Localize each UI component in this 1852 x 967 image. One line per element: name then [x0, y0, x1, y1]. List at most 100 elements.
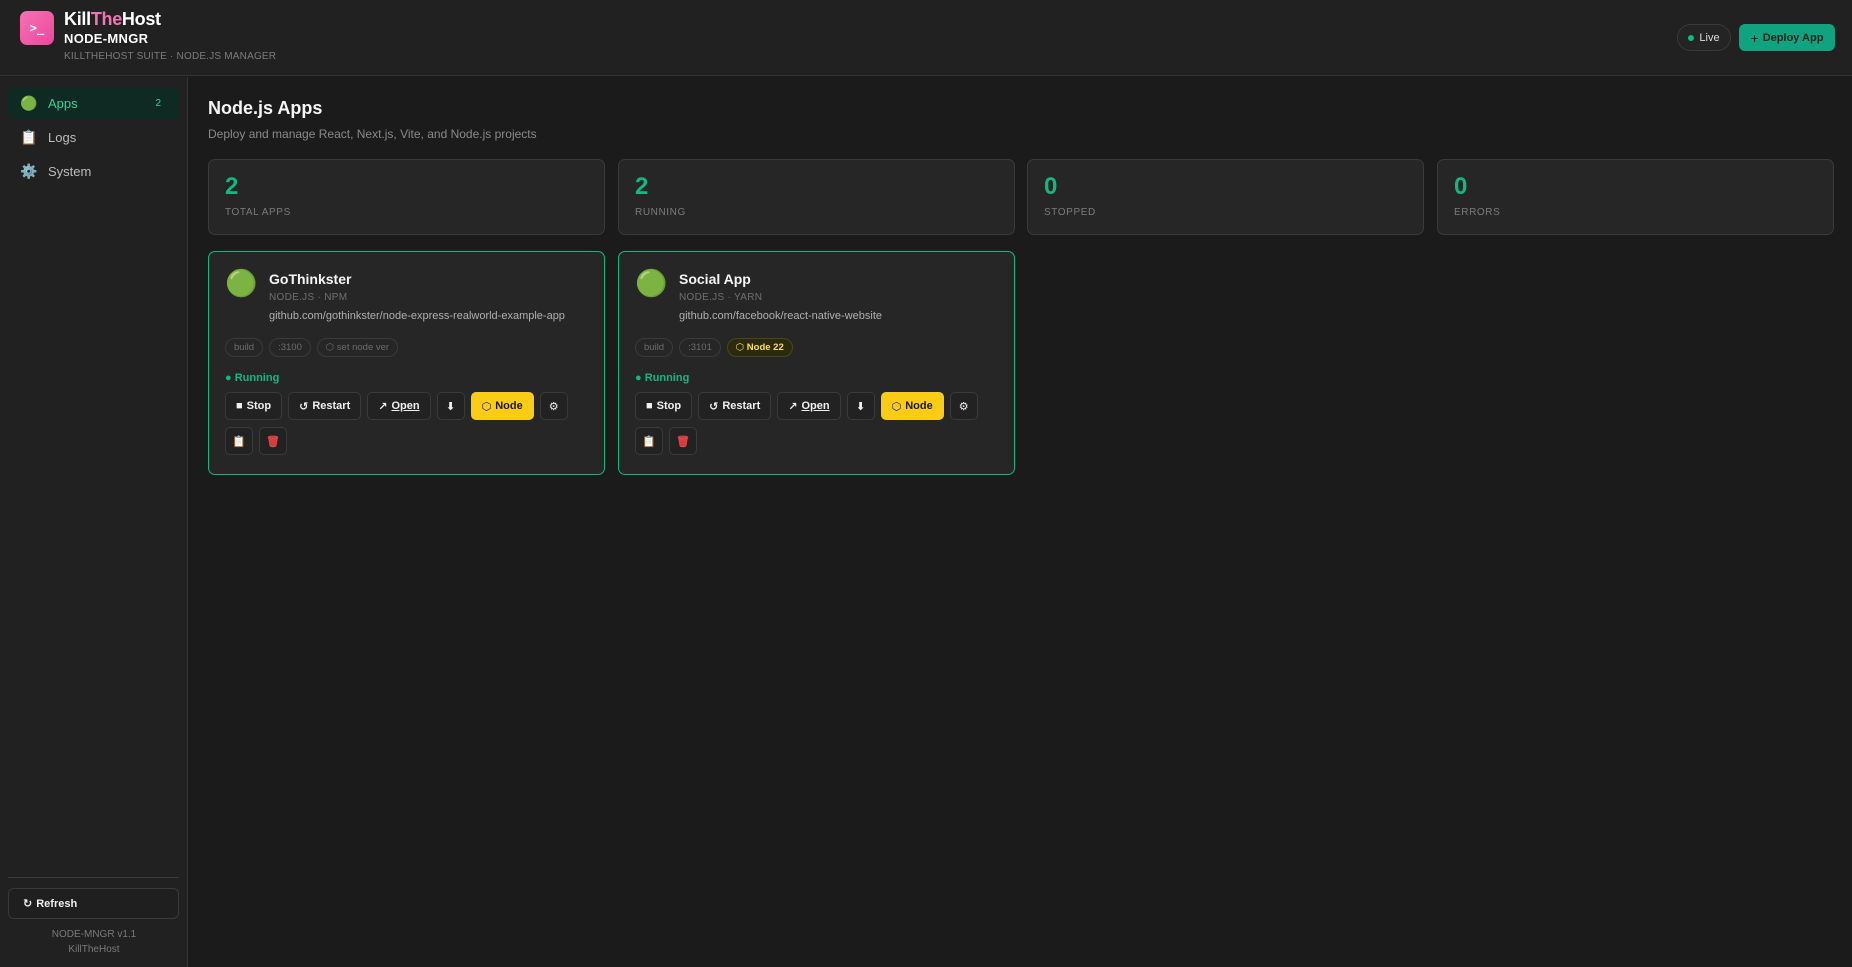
version-info: NODE-MNGR v1.1 KillTheHost	[0, 927, 188, 957]
app-tags: build :3100 ⬡ set node ver	[225, 338, 399, 357]
app-name: Social App	[679, 271, 751, 287]
live-label: Live	[1699, 31, 1720, 44]
live-dot-icon	[1688, 34, 1695, 41]
node-version-button[interactable]: ⬡ Node	[470, 392, 534, 420]
app-tags: build :3101 ⬡ Node 22	[635, 338, 793, 357]
open-button[interactable]: ↗ Open	[367, 392, 431, 420]
stat-label: STOPPED	[1044, 207, 1096, 218]
clipboard-icon: 📋	[642, 435, 656, 448]
node-version-button[interactable]: ⬡ Node	[880, 392, 944, 420]
settings-button[interactable]: ⚙	[949, 392, 978, 420]
brand-the: The	[90, 9, 122, 29]
app-subtitle: KILLTHEHOST SUITE · NODE.JS MANAGER	[64, 51, 277, 62]
sidebar-item-label: Logs	[48, 130, 77, 145]
sidebar-item-label: Apps	[48, 96, 78, 111]
stop-button[interactable]: ■ Stop	[635, 392, 693, 420]
sidebar-item-apps[interactable]: 🟢 Apps 2	[8, 88, 179, 119]
brand-host: Host	[121, 9, 161, 29]
sidebar-item-logs[interactable]: 📋 Logs	[8, 122, 179, 153]
clipboard-icon: 📋	[20, 129, 38, 145]
gear-icon: ⚙	[958, 400, 969, 413]
app-meta: NODE.JS · NPM	[269, 292, 348, 303]
restart-label: Restart	[312, 400, 351, 412]
open-button[interactable]: ↗ Open	[777, 392, 841, 420]
stat-card-stopped: 0 STOPPED	[1027, 159, 1424, 235]
brand-kill: Kill	[64, 9, 91, 29]
refresh-button[interactable]: ↻ Refresh	[8, 888, 179, 919]
refresh-icon: ↻	[23, 898, 33, 910]
hexagon-icon: ⬡	[891, 400, 902, 413]
author-text: KillTheHost	[68, 944, 120, 955]
delete-button[interactable]: 🗑	[259, 427, 287, 455]
restart-button[interactable]: ↺ Restart	[698, 392, 772, 420]
stat-value: 2	[635, 173, 649, 200]
status-badge: ● Running	[635, 372, 690, 384]
logs-button[interactable]: 📋	[225, 427, 253, 455]
gear-icon: ⚙	[548, 400, 559, 413]
stat-value: 0	[1454, 173, 1468, 200]
app-meta: NODE.JS · YARN	[679, 292, 763, 303]
clipboard-icon: 📋	[232, 435, 246, 448]
download-icon: ⬇	[445, 400, 456, 413]
sidebar-divider	[8, 877, 179, 878]
app-card-gothinkster: 🟢 GoThinkster NODE.JS · NPM github.com/g…	[208, 251, 605, 475]
hexagon-icon: ⬡	[481, 400, 492, 413]
brand-title: KillTheHost	[64, 9, 161, 30]
node-version-tag[interactable]: ⬡ Node 22	[726, 338, 793, 357]
restart-icon: ↺	[709, 400, 719, 413]
green-circle-icon: 🟢	[225, 268, 258, 298]
app-actions-secondary: 📋 🗑	[225, 427, 287, 455]
trash-icon: 🗑	[266, 435, 280, 448]
apps-count-badge: 2	[155, 98, 161, 109]
status-badge: ● Running	[225, 372, 280, 384]
logs-button[interactable]: 📋	[635, 427, 663, 455]
app-repo: github.com/facebook/react-native-website	[679, 310, 882, 322]
sidebar-item-label: System	[48, 164, 92, 179]
download-button[interactable]: ⬇	[846, 392, 875, 420]
stop-icon: ■	[646, 400, 653, 412]
stop-label: Stop	[656, 400, 682, 412]
green-circle-icon: 🟢	[635, 268, 668, 298]
build-tag[interactable]: build	[635, 338, 674, 357]
stat-card-errors: 0 ERRORS	[1437, 159, 1834, 235]
app-name: GoThinkster	[269, 271, 352, 287]
stat-card-total-apps: 2 TOTAL APPS	[208, 159, 605, 235]
open-label: Open	[801, 400, 830, 412]
deploy-app-button[interactable]: + Deploy App	[1739, 24, 1835, 51]
gear-icon: ⚙️	[20, 163, 38, 179]
green-circle-icon: 🟢	[20, 95, 38, 111]
external-link-icon: ↗	[378, 400, 388, 413]
download-button[interactable]: ⬇	[436, 392, 465, 420]
build-tag[interactable]: build	[225, 338, 264, 357]
port-tag: :3100	[269, 338, 311, 357]
app-card-social-app: 🟢 Social App NODE.JS · YARN github.com/f…	[618, 251, 1015, 475]
stop-label: Stop	[246, 400, 272, 412]
external-link-icon: ↗	[788, 400, 798, 413]
stat-label: RUNNING	[635, 207, 686, 218]
stat-value: 2	[225, 173, 239, 200]
stat-label: TOTAL APPS	[225, 207, 291, 218]
app-logo-icon: >_	[20, 11, 54, 45]
restart-icon: ↺	[299, 400, 309, 413]
stat-value: 0	[1044, 173, 1058, 200]
app-actions: ■ Stop ↺ Restart ↗ Open ⬇ ⬡ Node ⚙	[225, 392, 568, 420]
refresh-label: Refresh	[36, 897, 78, 910]
sidebar: 🟢 Apps 2 📋 Logs ⚙️ System ↻ Refresh NODE…	[0, 77, 188, 967]
node-label: Node	[495, 400, 523, 412]
sidebar-item-system[interactable]: ⚙️ System	[8, 156, 179, 187]
restart-button[interactable]: ↺ Restart	[288, 392, 362, 420]
app-actions: ■ Stop ↺ Restart ↗ Open ⬇ ⬡ Node ⚙	[635, 392, 978, 420]
stat-label: ERRORS	[1454, 207, 1501, 218]
app-name: NODE-MNGR	[64, 31, 149, 46]
top-bar: >_ KillTheHost NODE-MNGR KILLTHEHOST SUI…	[0, 0, 1852, 76]
delete-button[interactable]: 🗑	[669, 427, 697, 455]
app-actions-secondary: 📋 🗑	[635, 427, 697, 455]
settings-button[interactable]: ⚙	[539, 392, 568, 420]
live-status-badge[interactable]: Live	[1677, 24, 1731, 51]
node-version-tag[interactable]: ⬡ set node ver	[316, 338, 399, 357]
stop-button[interactable]: ■ Stop	[225, 392, 283, 420]
trash-icon: 🗑	[676, 435, 690, 448]
deploy-label: Deploy App	[1762, 31, 1824, 44]
open-label: Open	[391, 400, 420, 412]
page-title: Node.js Apps	[208, 98, 323, 118]
